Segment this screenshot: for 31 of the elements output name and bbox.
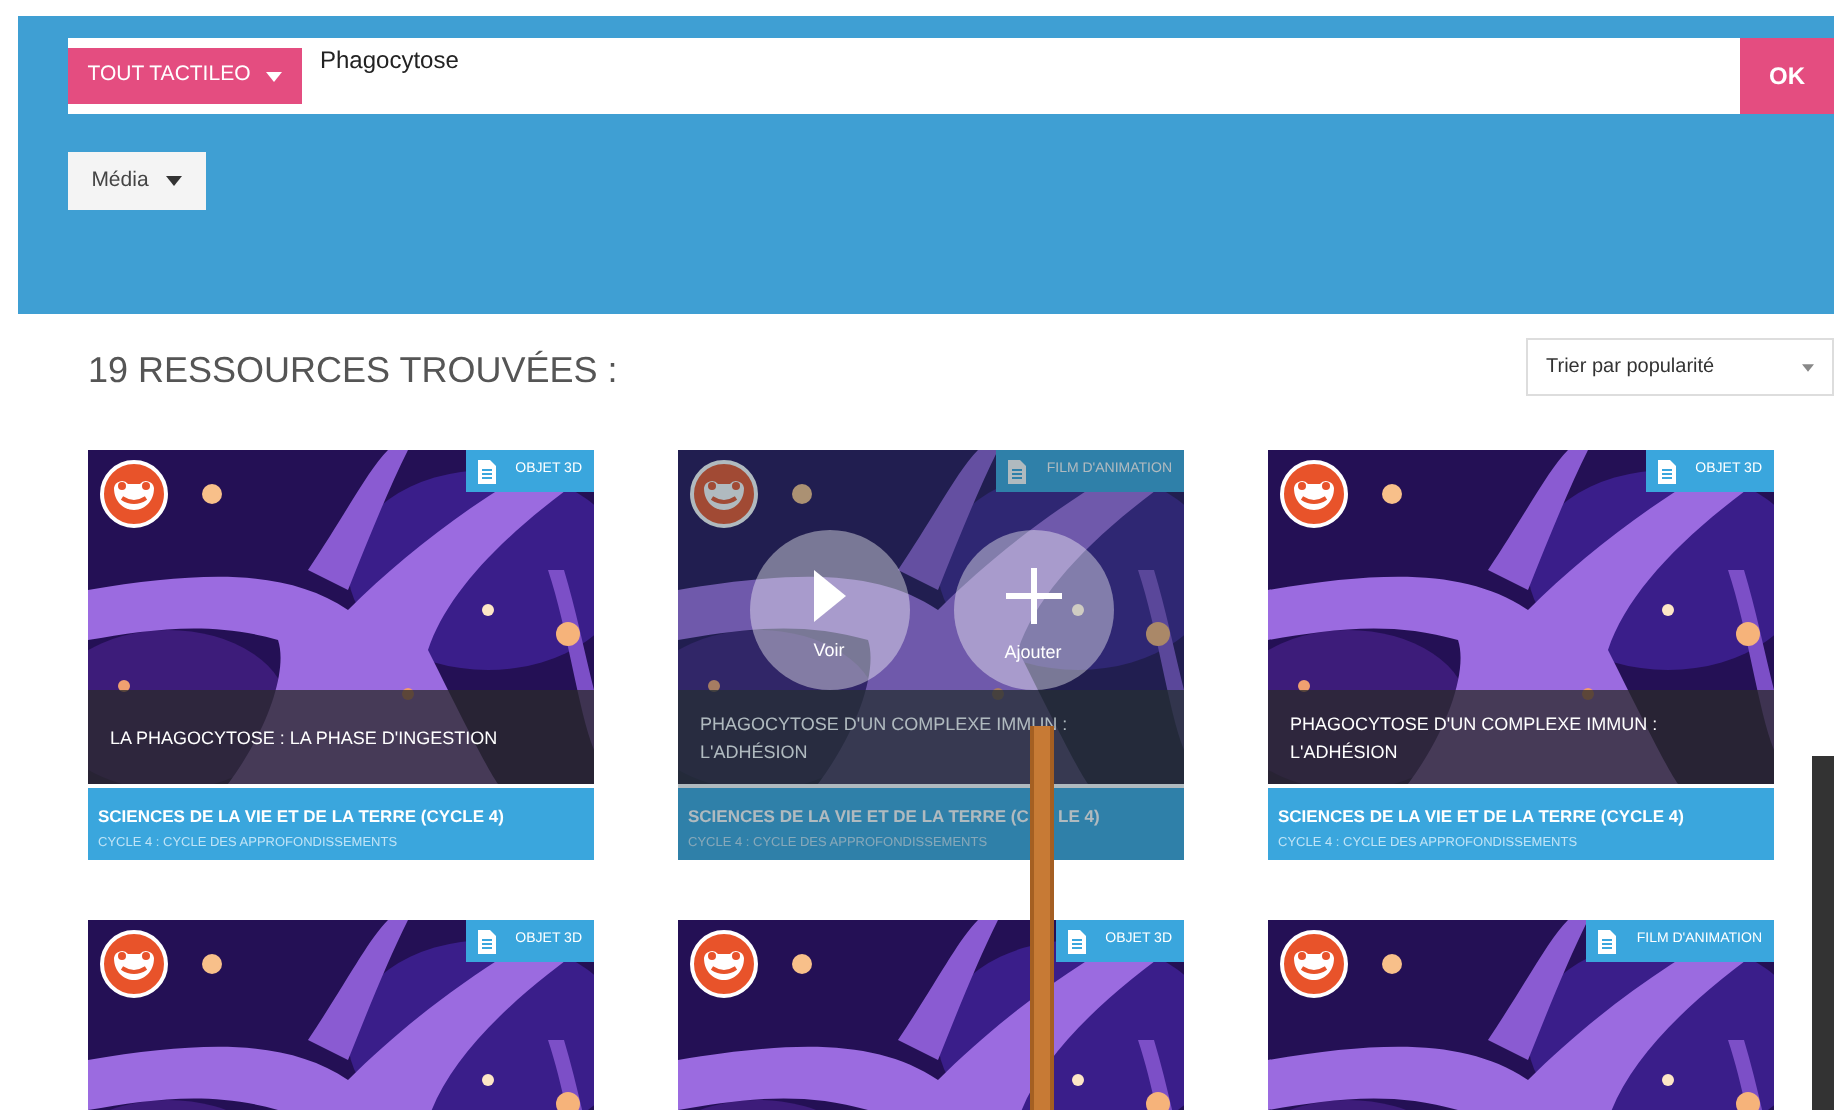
subject-label: SCIENCES DE LA VIE ET DE LA TERRE (CYCLE 4) [1278, 804, 1684, 830]
media-dropdown-button[interactable]: Média [68, 152, 206, 210]
document-icon [1067, 929, 1086, 953]
mascot-icon [690, 460, 758, 528]
subject-label: SCIENCES DE LA VIE ET DE LA TERRE (CYCLE 4) [98, 804, 504, 830]
document-icon [1657, 459, 1676, 483]
mascot-icon [100, 930, 168, 998]
document-icon [1598, 929, 1617, 953]
scope-dropdown-button[interactable]: TOUT TACTILEO [68, 38, 302, 114]
mascot-icon [1280, 930, 1348, 998]
subject-label: LE 4) [1058, 804, 1100, 830]
plus-icon [1005, 568, 1061, 625]
mascot-icon [690, 930, 758, 998]
document-icon [477, 929, 496, 953]
mascot-icon [100, 460, 168, 528]
add-button[interactable]: Ajouter [953, 530, 1113, 690]
resource-title: LA PHAGOCYTOSE : LA PHASE D'INGESTION [110, 725, 500, 751]
play-icon [813, 570, 845, 623]
resource-title: PHAGOCYTOSE D'UN COMPLEXE IMMUN : L'ADHÉSION [1290, 711, 1660, 765]
caret-icon [266, 71, 283, 81]
results-heading: 19 RESSOURCES TROUVÉES : [88, 348, 618, 394]
search-field[interactable]: Phagocytose [302, 38, 1740, 114]
document-icon [1008, 459, 1027, 483]
view-button[interactable]: Voir [749, 530, 909, 690]
document-icon [477, 459, 496, 483]
sort-dropdown[interactable]: Trier par popularité [1526, 338, 1834, 396]
ok-button[interactable]: OK [1740, 38, 1834, 114]
caret-icon [166, 176, 183, 186]
mascot-icon [1280, 460, 1348, 528]
subject-label: SCIENCES DE LA VIE ET DE LA TERRE (C [688, 804, 1029, 830]
caret-icon [1802, 363, 1814, 371]
